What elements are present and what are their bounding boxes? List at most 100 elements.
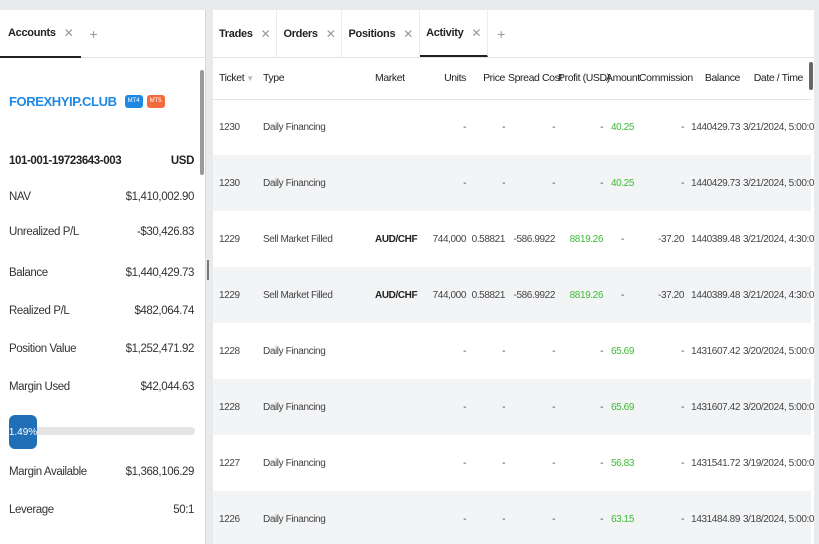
tab-orders[interactable]: Orders ✕ [277, 10, 343, 57]
cell-ticket: 1228 [219, 345, 240, 357]
cell-commission: -37.20 [639, 267, 687, 323]
col-commission[interactable]: Commission [639, 58, 693, 100]
mt5-badge: MT5 [146, 95, 165, 108]
add-tab-icon[interactable]: + [488, 10, 514, 57]
tab-trades[interactable]: Trades ✕ [213, 10, 278, 57]
cell-amount: 65.69 [610, 345, 635, 357]
cell-datetime: 3/21/2024, 4:30:03 AM [743, 267, 814, 323]
col-datetime[interactable]: Date / Time [743, 58, 811, 100]
row-label: NAV [9, 191, 31, 203]
account-summary: NAV $1,410,002.90 Unrealized P/L -$30,42… [9, 178, 194, 406]
account-id: 101-001-19723643-003 [9, 155, 122, 167]
close-icon[interactable]: ✕ [471, 26, 481, 40]
cell-datetime: 3/19/2024, 5:00:00 PM [743, 457, 814, 469]
cell-datetime: 3/20/2024, 5:00:00 PM [743, 345, 814, 357]
cell-price: - [469, 155, 508, 211]
add-tab-icon[interactable]: + [81, 26, 105, 42]
summary-row-margin-used: Margin Used $42,044.63 [9, 368, 194, 406]
row-label: Leverage [9, 504, 54, 516]
table-header: Ticket ▼ Type Market Units Price Spread C… [213, 58, 811, 100]
cell-commission: - [681, 457, 684, 469]
table-row[interactable]: 1229 Sell Market Filled AUD/CHF 744,000 … [213, 211, 814, 267]
cell-spread-cost: - [552, 121, 555, 133]
col-profit[interactable]: Profit (USD) [558, 58, 610, 100]
col-spread-cost[interactable]: Spread Cost [508, 58, 562, 100]
row-label: Margin Available [9, 466, 87, 478]
summary-row-realized: Realized P/L $482,064.74 [9, 292, 194, 330]
tab-activity[interactable]: Activity ✕ [420, 10, 489, 57]
cell-amount: 65.69 [606, 379, 639, 435]
tab-positions[interactable]: Positions ✕ [342, 10, 421, 57]
cell-amount: - [621, 233, 624, 245]
cell-type: Sell Market Filled [257, 267, 369, 323]
col-balance[interactable]: Balance [687, 58, 743, 100]
col-market[interactable]: Market [369, 58, 424, 100]
cell-balance: 1440429.73 [691, 121, 740, 133]
cell-profit: 8819.26 [558, 267, 606, 323]
cell-ticket: 1229 [213, 267, 257, 323]
cell-balance: 1431607.42 [687, 379, 743, 435]
table-row[interactable]: 1226 Daily Financing - - - - 63.15 - 143… [213, 491, 814, 544]
summary-row-margin-available: Margin Available $1,368,106.29 [9, 453, 194, 491]
tab-label: Trades [219, 27, 253, 40]
row-label: Realized P/L [9, 305, 70, 317]
panel-splitter[interactable] [207, 260, 209, 280]
close-icon[interactable]: ✕ [64, 26, 74, 40]
summary-row-position-value: Position Value $1,252,471.92 [9, 330, 194, 368]
col-type[interactable]: Type [257, 58, 369, 100]
row-value: $1,368,106.29 [125, 466, 195, 478]
cell-ticket: 1228 [213, 379, 257, 435]
cell-units: 744,000 [432, 233, 467, 245]
close-icon[interactable]: ✕ [261, 27, 271, 41]
cell-spread-cost: - [508, 379, 558, 435]
cell-spread-cost: -586.9922 [508, 267, 558, 323]
close-icon[interactable]: ✕ [326, 27, 336, 41]
cell-units: - [463, 345, 466, 357]
tab-accounts[interactable]: Accounts ✕ [0, 10, 82, 58]
right-scrollbar[interactable] [809, 62, 813, 90]
close-icon[interactable]: ✕ [403, 27, 413, 41]
row-label: Margin Used [9, 381, 70, 393]
cell-type: Daily Financing [263, 121, 326, 133]
col-ticket[interactable]: Ticket ▼ [213, 58, 257, 100]
cell-ticket: 1227 [219, 457, 240, 469]
row-value: $1,440,429.73 [125, 267, 195, 279]
cell-profit: - [558, 155, 606, 211]
tab-label: Positions [348, 27, 396, 40]
cell-type: Sell Market Filled [263, 233, 333, 245]
table-row[interactable]: 1230 Daily Financing - - - - 40.25 - 144… [213, 155, 814, 211]
table-row[interactable]: 1230 Daily Financing - - - - 40.25 - 144… [213, 99, 814, 155]
sort-icon[interactable]: ▼ [246, 74, 254, 83]
cell-units: - [424, 491, 469, 544]
left-scrollbar[interactable] [200, 70, 204, 175]
cell-datetime: 3/20/2024, 5:00:00 PM [743, 379, 814, 435]
summary-row-unrealized: Unrealized P/L -$30,426.83 [9, 216, 194, 254]
col-amount[interactable]: Amount [606, 58, 640, 100]
tab-accounts-label: Accounts [8, 26, 56, 39]
account-summary-bottom: Margin Available $1,368,106.29 Leverage … [9, 453, 194, 529]
row-label: Balance [9, 267, 48, 279]
table-row[interactable]: 1228 Daily Financing - - - - 65.69 - 143… [213, 379, 814, 435]
cell-commission: - [681, 121, 684, 133]
cell-price: - [502, 345, 505, 357]
table-row[interactable]: 1227 Daily Financing - - - - 56.83 - 143… [213, 435, 814, 491]
cell-datetime: 3/21/2024, 4:30:03 AM [743, 233, 814, 245]
cell-ticket: 1226 [213, 491, 257, 544]
cell-price: 0.58821 [469, 267, 508, 323]
cell-ticket: 1229 [219, 233, 240, 245]
cell-type: Daily Financing [257, 379, 369, 435]
table-row[interactable]: 1229 Sell Market Filled AUD/CHF 744,000 … [213, 267, 814, 323]
col-units[interactable]: Units [424, 58, 469, 100]
cell-amount: 40.25 [610, 121, 635, 133]
tab-label: Orders [283, 27, 318, 40]
cell-profit: - [600, 345, 603, 357]
col-price[interactable]: Price [469, 58, 508, 100]
row-value: $1,410,002.90 [125, 191, 195, 203]
summary-row-nav: NAV $1,410,002.90 [9, 178, 194, 216]
activity-table: Ticket ▼ Type Market Units Price Spread C… [213, 58, 814, 544]
cell-balance: 1431607.42 [691, 345, 740, 357]
cell-units: - [424, 155, 469, 211]
cell-datetime: 3/18/2024, 5:00:00 PM [743, 491, 814, 544]
cell-type: Daily Financing [263, 345, 326, 357]
table-row[interactable]: 1228 Daily Financing - - - - 65.69 - 143… [213, 323, 814, 379]
